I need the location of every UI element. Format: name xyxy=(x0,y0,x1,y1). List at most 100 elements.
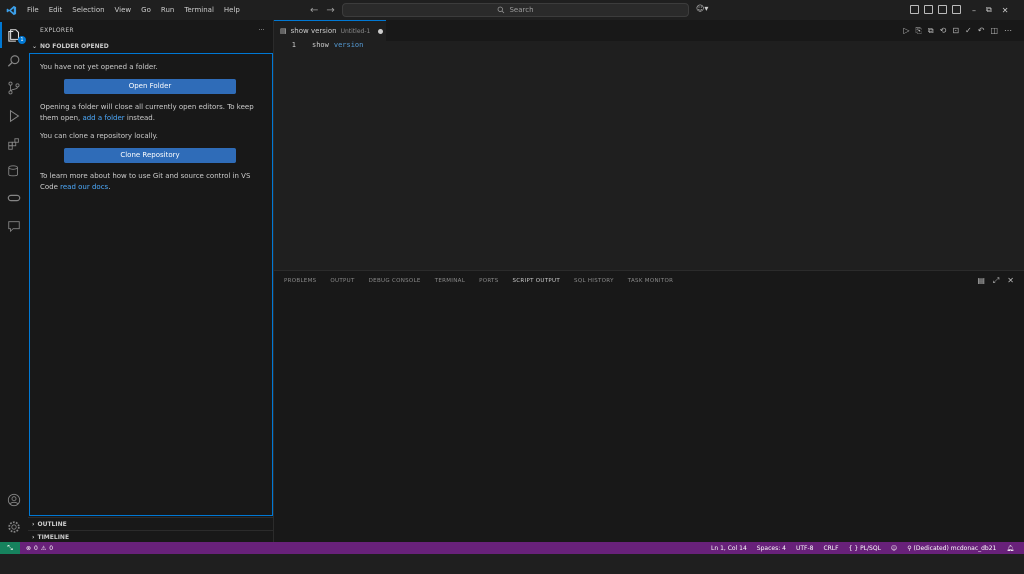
open-folder-button[interactable]: Open Folder xyxy=(64,79,236,94)
no-folder-section[interactable]: ⌄ NO FOLDER OPENED xyxy=(28,40,273,52)
menu-help[interactable]: Help xyxy=(219,0,245,20)
end-of-line[interactable]: CRLF xyxy=(823,545,838,552)
explain-plan-icon[interactable]: ⧉ xyxy=(928,26,934,36)
status-bar: ⤡ ⊗ 0 ⚠ 0 Ln 1, Col 14 Spaces: 4 UTF-8 C… xyxy=(0,542,1024,554)
explorer-title: EXPLORER xyxy=(40,26,74,34)
timeline-title: TIMELINE xyxy=(37,533,70,541)
explorer-icon[interactable]: 1 xyxy=(0,22,28,48)
source-control-icon[interactable] xyxy=(0,75,28,101)
cursor-position[interactable]: Ln 1, Col 14 xyxy=(711,545,747,552)
command-center-search[interactable]: Search xyxy=(342,3,689,17)
copilot-status-icon[interactable]: ☺ xyxy=(891,545,897,552)
indentation[interactable]: Spaces: 4 xyxy=(757,545,786,552)
run-script-icon[interactable]: ⎘ xyxy=(916,26,922,36)
file-icon: ▤ xyxy=(280,27,287,35)
welcome-view: You have not yet opened a folder. Open F… xyxy=(29,53,273,516)
menu-edit[interactable]: Edit xyxy=(44,0,68,20)
read-docs-link[interactable]: read our docs xyxy=(60,183,108,191)
note-text-end: instead. xyxy=(124,114,155,122)
warning-icon: ⚠ xyxy=(40,544,47,552)
language-mode[interactable]: { } PL/SQL xyxy=(849,545,881,552)
toggle-secondary-sidebar-icon[interactable] xyxy=(952,5,961,14)
notifications-bell-icon[interactable]: 🔔︎ xyxy=(1006,545,1014,552)
close-panel-icon[interactable]: ✕ xyxy=(1007,276,1014,286)
activity-bar: 1 xyxy=(0,20,28,542)
settings-gear-icon[interactable] xyxy=(0,514,28,540)
editor-tab[interactable]: ▤ show version Untitled-1 xyxy=(274,20,386,41)
learn-more-message: To learn more about how to use Git and s… xyxy=(40,171,262,193)
outline-section[interactable]: › OUTLINE xyxy=(28,517,274,530)
menu-view[interactable]: View xyxy=(110,0,137,20)
oracle-icon[interactable] xyxy=(0,185,28,211)
tab-label: show version xyxy=(290,27,337,35)
clone-message: You can clone a repository locally. xyxy=(40,132,158,140)
more-editor-actions-icon[interactable]: ⋯ xyxy=(1004,26,1012,36)
tab-terminal[interactable]: TERMINAL xyxy=(435,278,465,284)
code-keyword: show xyxy=(312,41,329,49)
tab-sql-history[interactable]: SQL HISTORY xyxy=(574,278,614,284)
nav-arrows: ← → xyxy=(310,0,335,20)
database-icon[interactable] xyxy=(0,158,28,184)
tab-debug-console[interactable]: DEBUG CONSOLE xyxy=(369,278,421,284)
layout-controls xyxy=(910,5,961,14)
no-folder-message: You have not yet opened a folder. xyxy=(40,63,158,71)
error-icon: ⊗ xyxy=(26,544,32,552)
customize-layout-icon[interactable] xyxy=(910,5,919,14)
editor-actions: ▷ ⎘ ⧉ ⟲ ⊡ ✓ ↶ ◫ ⋯ xyxy=(903,26,1012,36)
add-folder-link[interactable]: add a folder xyxy=(82,114,124,122)
code-editor[interactable]: 1 show version xyxy=(274,41,1024,270)
commit-icon[interactable]: ⊡ xyxy=(952,26,959,36)
rollback-icon[interactable]: ↶ xyxy=(978,26,985,36)
extensions-icon[interactable] xyxy=(0,131,28,157)
db-connection[interactable]: ⚲ (Dedicated) mcdonac_db21 xyxy=(907,545,996,552)
menu-file[interactable]: File xyxy=(22,0,44,20)
check-icon[interactable]: ✓ xyxy=(965,26,972,36)
code-identifier: version xyxy=(333,41,364,49)
warning-count: 0 xyxy=(49,544,54,552)
minimize-icon[interactable]: – xyxy=(972,6,976,15)
forward-arrow-icon[interactable]: → xyxy=(326,5,334,16)
run-debug-icon[interactable] xyxy=(0,103,28,129)
line-number: 1 xyxy=(291,41,296,49)
remote-indicator-icon[interactable]: ⤡ xyxy=(0,542,20,554)
chevron-down-icon: ⌄ xyxy=(32,42,38,50)
restore-icon[interactable]: ⧉ xyxy=(986,5,992,15)
menu-run[interactable]: Run xyxy=(156,0,179,20)
menu-terminal[interactable]: Terminal xyxy=(179,0,219,20)
tab-problems[interactable]: PROBLEMS xyxy=(284,278,316,284)
tab-task-monitor[interactable]: TASK MONITOR xyxy=(628,278,673,284)
bottom-strip xyxy=(0,554,1024,574)
run-icon[interactable]: ▷ xyxy=(903,26,909,36)
clear-output-icon[interactable]: ▤ xyxy=(977,276,985,286)
file-encoding[interactable]: UTF-8 xyxy=(796,545,814,552)
copilot-icon[interactable]: ☺▾ xyxy=(696,4,708,13)
outline-title: OUTLINE xyxy=(37,520,67,528)
tab-script-output[interactable]: SCRIPT OUTPUT xyxy=(513,278,561,284)
search-view-icon[interactable] xyxy=(0,48,28,74)
back-arrow-icon[interactable]: ← xyxy=(310,5,318,16)
connection-icon: ⚲ xyxy=(907,544,912,552)
search-icon xyxy=(498,6,505,14)
editor-tab-bar: ▤ show version Untitled-1 ▷ ⎘ ⧉ ⟲ ⊡ ✓ ↶ … xyxy=(274,20,1024,41)
more-actions-icon[interactable]: ··· xyxy=(258,27,265,34)
menu-go[interactable]: Go xyxy=(136,0,156,20)
status-right: Ln 1, Col 14 Spaces: 4 UTF-8 CRLF { } PL… xyxy=(711,542,1014,554)
section-title: NO FOLDER OPENED xyxy=(40,42,109,50)
panel-tabs: PROBLEMS OUTPUT DEBUG CONSOLE TERMINAL P… xyxy=(284,278,673,284)
toggle-panel-icon[interactable] xyxy=(938,5,947,14)
search-label: Search xyxy=(509,6,534,14)
menu-selection[interactable]: Selection xyxy=(67,0,109,20)
maximize-panel-icon[interactable]: ⤢ xyxy=(993,276,999,286)
autotrace-icon[interactable]: ⟲ xyxy=(940,26,947,36)
split-editor-icon[interactable]: ◫ xyxy=(990,26,998,36)
problems-indicator[interactable]: ⊗ 0 ⚠ 0 xyxy=(26,545,53,552)
chat-icon[interactable] xyxy=(0,213,28,239)
clone-repository-button[interactable]: Clone Repository xyxy=(64,148,236,163)
unsaved-dot-icon[interactable] xyxy=(378,28,384,34)
tab-output[interactable]: OUTPUT xyxy=(330,278,354,284)
toggle-primary-sidebar-icon[interactable] xyxy=(924,5,933,14)
error-count: 0 xyxy=(34,544,38,552)
account-icon[interactable] xyxy=(0,487,28,513)
close-window-icon[interactable]: ✕ xyxy=(1002,6,1009,15)
tab-ports[interactable]: PORTS xyxy=(479,278,498,284)
